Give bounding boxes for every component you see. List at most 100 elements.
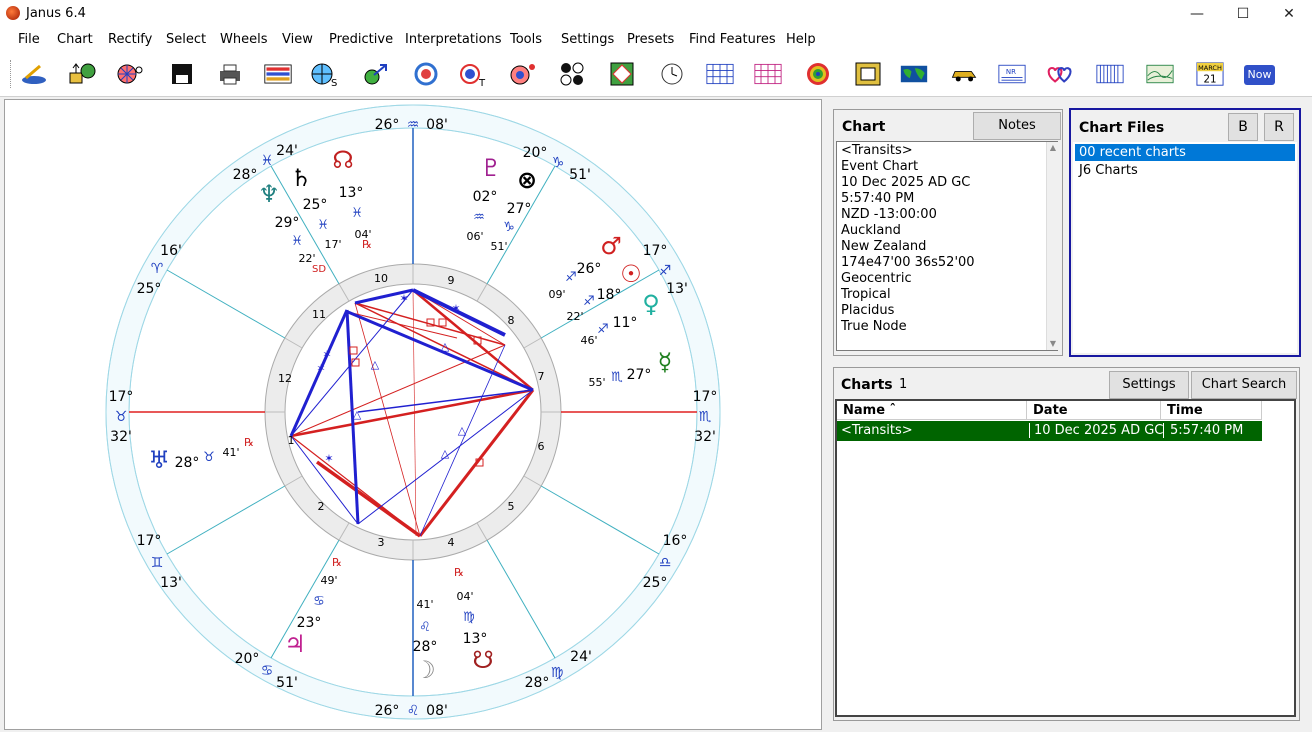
wheel-dot-icon[interactable] [508,61,536,87]
minimize-button[interactable]: — [1174,0,1220,28]
outer-degree-label: 16° [663,533,688,549]
row-date-cell: 10 Dec 2025 AD GC [1029,423,1163,438]
wheel-ring-icon[interactable] [412,61,440,87]
column-header-name[interactable]: Name ˆ [837,401,1027,420]
chart-files-b-button[interactable]: B [1228,113,1258,141]
menu-select[interactable]: Select [166,32,206,47]
chart-files-item-recent[interactable]: 00 recent charts [1075,144,1295,161]
chart-detail-line: Auckland [841,223,901,238]
menu-help[interactable]: Help [786,32,816,47]
planet-minute: 41' [416,598,433,611]
close-button[interactable]: ✕ [1266,0,1312,28]
house-number: 2 [318,500,325,513]
menu-presets[interactable]: Presets [627,32,674,47]
menu-tools[interactable]: Tools [510,32,542,47]
world-map-icon[interactable] [900,61,934,87]
chart-files-r-button[interactable]: R [1264,113,1294,141]
table-row[interactable]: <Transits> 10 Dec 2025 AD GC 5:57:40 PM [837,421,1262,441]
transit-arrow-icon[interactable] [362,61,390,87]
grid-report-icon[interactable] [264,61,298,87]
nr-report-icon[interactable]: NR [998,61,1030,87]
house-number: 6 [538,440,545,453]
menu-interpretations[interactable]: Interpretations [405,32,502,47]
planet-minute: 49' [320,574,337,587]
planet-glyph-icon: ☋ [472,646,493,674]
scroll-up-icon[interactable]: ▲ [1047,142,1059,154]
chart-panel-title: Chart [842,119,886,135]
zodiac-sign-icon: ♉ [115,409,128,425]
open-chart-icon[interactable] [68,61,96,87]
table-grid-icon[interactable] [706,61,738,87]
planet-degree: 23° [297,615,322,631]
column-header-date[interactable]: Date [1027,401,1161,420]
planet-degree: 28° [175,455,200,471]
menu-rectify[interactable]: Rectify [108,32,152,47]
outer-degree-label: 16' [160,243,182,259]
planet-minute: 22' [566,310,583,323]
chart-details-scrollbar[interactable]: ▲ ▼ [1046,142,1059,350]
now-button[interactable]: Now [1244,65,1275,85]
chart-details-list[interactable]: <Transits> Event Chart 10 Dec 2025 AD GC 5:… [836,141,1058,351]
scroll-down-icon[interactable]: ▼ [1047,338,1059,350]
notes-button[interactable]: Notes [973,112,1061,140]
calendar-day-text: 21 [1203,73,1216,85]
chart-search-button[interactable]: Chart Search [1191,371,1297,399]
planet-degree: 28° [413,639,438,655]
clock-icon[interactable] [658,61,686,87]
outer-degree-label: 24' [570,649,592,665]
planet-glyph-icon: ♅ [148,446,170,474]
target-icon[interactable] [804,61,832,87]
planet-sign-icon: ♓ [291,234,303,249]
print-icon[interactable] [216,61,244,87]
zodiac-sign-icon: ♊ [151,555,164,571]
charts-list-panel: Charts 1 Settings Chart Search Name ˆ Da… [833,367,1300,721]
chart-detail-line: New Zealand [841,239,927,254]
planet-sign-icon: ♐ [565,270,577,285]
chart-detail-line: Event Chart [841,159,919,174]
menu-find-features[interactable]: Find Features [689,32,776,47]
charts-settings-button[interactable]: Settings [1109,371,1189,399]
wheel-s-icon[interactable]: S [310,61,338,87]
menu-wheels[interactable]: Wheels [220,32,267,47]
outer-degree-label: 17° [643,243,668,259]
draw-chart-icon[interactable] [20,61,48,87]
planet-degree: 11° [613,315,638,331]
menu-chart[interactable]: Chart [57,32,93,47]
chart-detail-line: Tropical [841,287,891,302]
planet-glyph-icon: ☽ [414,656,436,684]
aspect-grid-icon[interactable] [754,61,786,87]
menu-settings[interactable]: Settings [561,32,614,47]
app-logo-icon [6,6,20,20]
house-number: 5 [508,500,515,513]
calendar-icon[interactable]: MARCH 21 [1196,61,1226,87]
menu-file[interactable]: File [18,32,40,47]
hearts-icon[interactable] [1046,61,1080,87]
square-grid-icon[interactable] [854,61,882,87]
four-circles-icon[interactable] [558,61,586,87]
toolbar-grip [10,60,13,88]
aspect-glyph-icon: △ [441,447,450,460]
charts-table[interactable]: Name ˆ Date Time <Transits> 10 Dec 2025 … [835,399,1296,717]
menu-view[interactable]: View [282,32,313,47]
planet-sign-icon: ♌ [419,620,431,635]
menu-predictive[interactable]: Predictive [329,32,393,47]
square-chart-icon[interactable] [608,61,636,87]
planet-glyph-icon: ☊ [332,146,353,174]
car-icon[interactable] [950,61,984,87]
column-header-time[interactable]: Time [1161,401,1262,420]
chart-detail-line: True Node [841,319,907,334]
planet-glyph-icon: ♇ [480,154,502,182]
planet-sign-icon: ♏ [611,370,623,385]
planet-degree: 29° [275,215,300,231]
chart-detail-line: Geocentric [841,271,912,286]
maximize-button[interactable]: ☐ [1220,0,1266,28]
save-disk-icon[interactable] [168,61,196,87]
chart-files-item-j6[interactable]: J6 Charts [1075,162,1295,179]
wheel-t-icon[interactable]: T [458,61,486,87]
wheel-search-icon[interactable] [116,61,144,87]
chart-wheel[interactable]: 123 456789101112△△△△△✶✶✶✶✶26° ♒ 08'20°♑51'1… [5,100,821,729]
chart-files-list[interactable]: 00 recent charts J6 Charts [1073,142,1297,353]
outer-minute-label: 25° [643,575,668,591]
bar-report-icon[interactable] [1096,61,1128,87]
map-chart-icon[interactable] [1146,61,1178,87]
